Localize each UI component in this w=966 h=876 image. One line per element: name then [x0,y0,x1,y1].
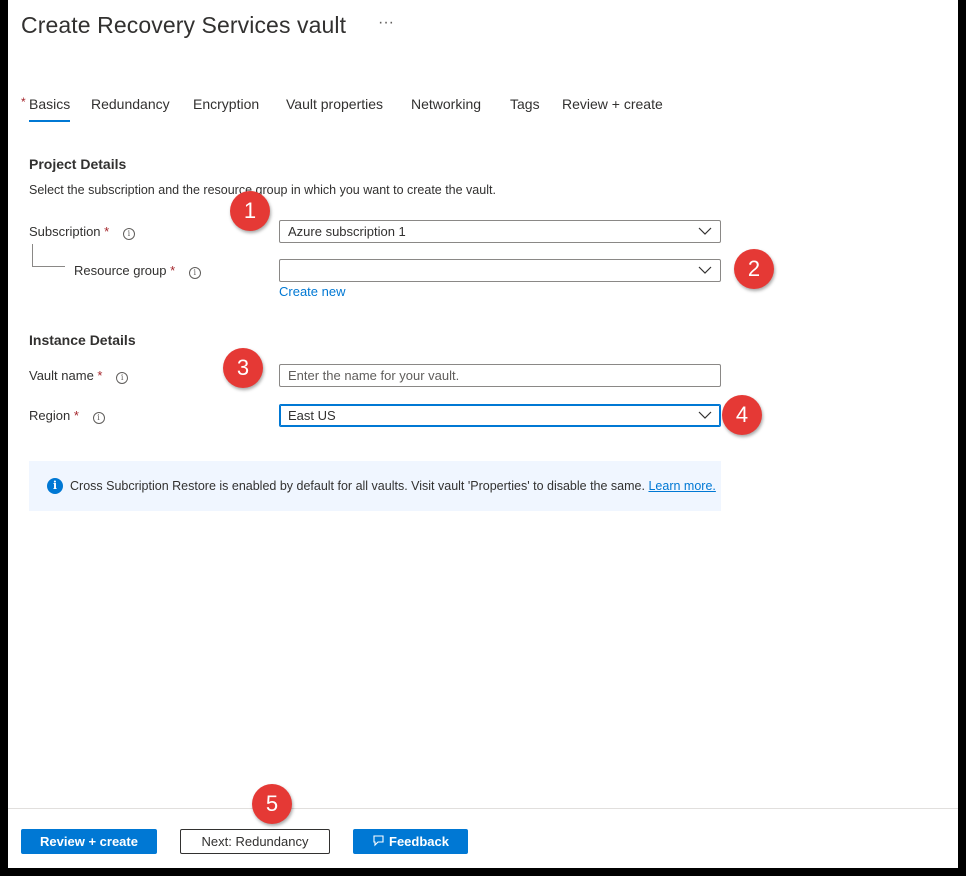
learn-more-link[interactable]: Learn more. [648,479,715,493]
info-circle-icon: i [47,478,63,494]
info-banner-message: Cross Subcription Restore is enabled by … [70,479,645,493]
tab-vault-properties[interactable]: Vault properties [286,96,383,120]
resource-group-label: Resource group * i [74,263,201,279]
region-value: East US [288,408,336,423]
subscription-dropdown[interactable]: Azure subscription 1 [279,220,721,243]
feedback-button[interactable]: Feedback [353,829,468,854]
info-icon[interactable]: i [122,228,135,240]
instance-details-heading: Instance Details [29,332,136,348]
callout-badge-2: 2 [734,249,774,289]
region-label-text: Region [29,408,71,423]
info-icon[interactable]: i [92,412,105,424]
subscription-label: Subscription * i [29,224,135,240]
create-vault-blade: Create Recovery Services vault ··· * Bas… [8,0,958,868]
callout-badge-1: 1 [230,191,270,231]
callout-badge-5: 5 [252,784,292,824]
chevron-down-icon [698,266,712,274]
region-dropdown[interactable]: East US [279,404,721,427]
info-icon[interactable]: i [188,267,201,279]
feedback-label: Feedback [389,834,449,849]
tab-encryption[interactable]: Encryption [193,96,259,120]
page-title: Create Recovery Services vault [21,12,347,38]
required-marker: * [97,368,103,383]
subscription-value: Azure subscription 1 [288,224,406,239]
create-new-link[interactable]: Create new [279,284,345,299]
info-icon[interactable]: i [116,372,129,384]
vault-name-placeholder: Enter the name for your vault. [288,368,460,383]
subscription-label-text: Subscription [29,224,101,239]
tab-basics[interactable]: * Basics [21,95,71,122]
required-marker: * [73,408,79,423]
review-create-button[interactable]: Review + create [21,829,157,854]
feedback-icon [372,830,385,853]
more-options-icon[interactable]: ··· [378,14,394,32]
callout-badge-3: 3 [223,348,263,388]
chevron-down-icon [698,227,712,235]
callout-badge-4: 4 [722,395,762,435]
region-label: Region * i [29,408,105,424]
tab-redundancy[interactable]: Redundancy [91,96,170,120]
info-banner: i Cross Subcription Restore is enabled b… [29,461,721,511]
required-marker: * [170,263,176,278]
required-marker: * [104,224,110,239]
vault-name-input[interactable]: Enter the name for your vault. [279,364,721,387]
tab-label: Basics [29,96,71,112]
tab-networking[interactable]: Networking [411,96,481,120]
info-banner-text: Cross Subcription Restore is enabled by … [70,479,716,493]
vault-name-label-text: Vault name [29,368,94,383]
vault-name-label: Vault name * i [29,368,129,384]
resource-group-dropdown[interactable] [279,259,721,282]
next-redundancy-button[interactable]: Next: Redundancy [180,829,330,854]
required-marker: * [21,95,26,109]
tab-tags[interactable]: Tags [510,96,540,120]
chevron-down-icon [698,411,712,419]
tree-connector [32,244,65,267]
resource-group-label-text: Resource group [74,263,167,278]
footer-divider [8,808,958,809]
project-details-heading: Project Details [29,156,127,172]
tab-review-create[interactable]: Review + create [562,96,663,120]
